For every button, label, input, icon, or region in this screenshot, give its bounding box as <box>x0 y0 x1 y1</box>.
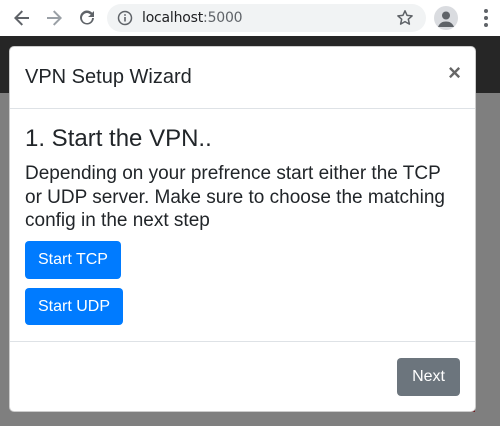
modal-footer: Next <box>10 341 475 413</box>
url-port: :5000 <box>203 10 243 26</box>
modal-body: 1. Start the VPN.. Depending on your pre… <box>25 109 462 326</box>
reload-icon[interactable] <box>76 7 98 29</box>
browser-toolbar: localhost:5000 <box>0 0 500 36</box>
info-icon[interactable] <box>117 10 133 26</box>
step-title: 1. Start the VPN.. <box>25 125 212 152</box>
start-udp-button[interactable]: Start UDP <box>25 287 124 326</box>
close-button[interactable]: × <box>448 62 461 84</box>
next-button[interactable]: Next <box>397 358 460 396</box>
back-arrow-icon[interactable] <box>11 7 33 29</box>
modal-header: VPN Setup Wizard × <box>10 47 475 109</box>
profile-avatar-icon[interactable] <box>434 6 458 30</box>
vpn-wizard-modal: VPN Setup Wizard × 1. Start the VPN.. De… <box>9 46 476 412</box>
start-tcp-button[interactable]: Start TCP <box>25 241 121 279</box>
step-description: Depending on your prefrence start either… <box>25 162 445 232</box>
url-host: localhost <box>142 10 204 26</box>
url-text[interactable]: localhost:5000 <box>142 10 243 26</box>
modal-title: VPN Setup Wizard <box>25 66 192 88</box>
browser-menu-icon[interactable] <box>476 8 496 28</box>
address-bar[interactable]: localhost:5000 <box>107 4 426 32</box>
forward-arrow-icon[interactable] <box>43 7 65 29</box>
bookmark-star-icon[interactable] <box>396 9 414 27</box>
